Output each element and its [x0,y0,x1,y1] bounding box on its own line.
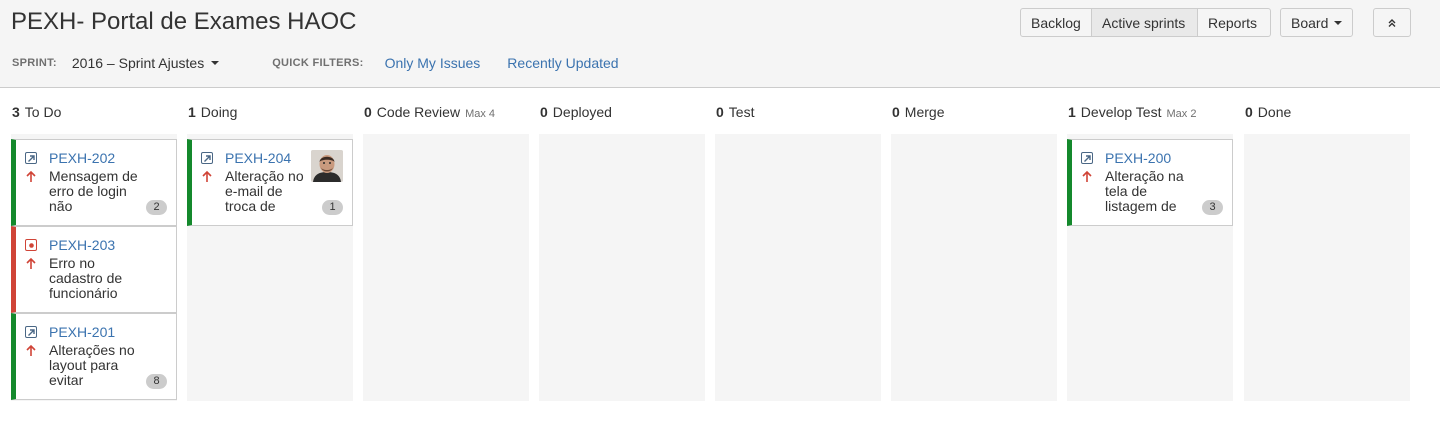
column-count: 0 [364,104,372,120]
priority-major-icon [26,344,36,356]
issue-key-link[interactable]: PEXH-203 [49,237,115,253]
issue-summary: Alterações no layout para evitar [49,343,135,388]
column-header-deployed: 0 Deployed [540,104,612,124]
board-menu-button[interactable]: Board [1280,8,1353,37]
reports-button[interactable]: Reports [1198,8,1271,37]
page-title: PEXH- Portal de Exames HAOC [11,8,357,35]
column-header-to-do: 3 To Do [12,104,61,124]
column-name: Code Review [376,104,461,120]
column-name: Done [1257,104,1292,120]
issue-card[interactable]: PEXH-201 Alterações no layout para evita… [11,313,177,400]
column-name: Deployed [552,104,612,120]
priority-major-icon [202,170,212,182]
bug-icon [25,239,37,251]
issue-card[interactable]: PEXH-202 Mensagem de erro de login não 2 [11,139,177,226]
issue-key-link[interactable]: PEXH-202 [49,150,115,166]
column-done [1244,134,1410,401]
estimate-badge: 3 [1202,200,1223,215]
sprint-selector[interactable]: 2016 – Sprint Ajustes [71,55,220,71]
active-sprints-button[interactable]: Active sprints [1092,8,1198,37]
column-max-constraint: Max 2 [1166,108,1197,120]
column-header-doing: 1 Doing [188,104,237,124]
improvement-icon [1081,152,1093,164]
estimate-badge: 8 [146,374,167,389]
issue-key-link[interactable]: PEXH-200 [1105,150,1171,166]
column-name: Merge [904,104,945,120]
column-name: Test [728,104,755,120]
assignee-avatar[interactable] [311,150,343,182]
priority-major-icon [1082,170,1092,182]
column-header-merge: 0 Merge [892,104,944,124]
issue-summary: Alteração no e-mail de troca de [225,169,304,214]
column-name: Develop Test [1080,104,1162,120]
issue-summary: Erro no cadastro de funcionário [49,256,123,301]
view-switcher: Backlog Active sprints Reports [1020,8,1271,37]
board-button-label: Board [1291,14,1329,31]
column-name: Doing [200,104,238,120]
column-count: 1 [1068,104,1076,120]
column-test [715,134,881,401]
issue-summary: Mensagem de erro de login não [49,169,138,214]
issue-card[interactable]: PEXH-203 Erro no cadastro de funcionário [11,226,177,313]
column-header-done: 0 Done [1245,104,1291,124]
column-doing: PEXH-204 Alteração no e-mail de troca de… [187,134,353,401]
priority-major-icon [26,257,36,269]
quick-filter-recently-updated[interactable]: Recently Updated [507,55,618,71]
column-code-review [363,134,529,401]
column-count: 0 [716,104,724,120]
column-to-do: PEXH-202 Mensagem de erro de login não 2… [11,134,177,401]
filter-bar: SPRINT: 2016 – Sprint Ajustes QUICK FILT… [12,53,646,73]
estimate-badge: 1 [322,200,343,215]
column-count: 0 [892,104,900,120]
chevron-down-icon [1334,20,1343,25]
sprint-value: 2016 – Sprint Ajustes [71,55,205,71]
backlog-button[interactable]: Backlog [1020,8,1092,37]
priority-major-icon [26,170,36,182]
column-count: 3 [12,104,20,120]
estimate-badge: 2 [146,200,167,215]
collapse-header-button[interactable] [1373,8,1411,37]
quick-filter-only-my-issues[interactable]: Only My Issues [385,55,481,71]
column-max-constraint: Max 4 [465,108,496,120]
issue-card[interactable]: PEXH-200 Alteração na tela de listagem d… [1067,139,1233,226]
sprint-label: SPRINT: [12,57,57,69]
board-header: PEXH- Portal de Exames HAOC SPRINT: 2016… [0,0,1440,88]
improvement-icon [201,152,213,164]
column-merge [891,134,1057,401]
column-header-develop-test: 1 Develop Test Max 2 [1068,104,1196,124]
column-header-code-review: 0 Code Review Max 4 [364,104,495,124]
column-count: 0 [1245,104,1253,120]
column-count: 1 [188,104,196,120]
column-count: 0 [540,104,548,120]
issue-card[interactable]: PEXH-204 Alteração no e-mail de troca de… [187,139,353,226]
chevron-down-icon [211,61,220,65]
column-deployed [539,134,705,401]
column-header-test: 0 Test [716,104,754,124]
quick-filters-label: QUICK FILTERS: [272,57,364,69]
column-name: To Do [24,104,62,120]
column-develop-test: PEXH-200 Alteração na tela de listagem d… [1067,134,1233,401]
issue-summary: Alteração na tela de listagem de [1105,169,1184,214]
improvement-icon [25,326,37,338]
double-chevron-up-icon [1387,15,1397,31]
improvement-icon [25,152,37,164]
issue-key-link[interactable]: PEXH-204 [225,150,291,166]
issue-key-link[interactable]: PEXH-201 [49,324,115,340]
